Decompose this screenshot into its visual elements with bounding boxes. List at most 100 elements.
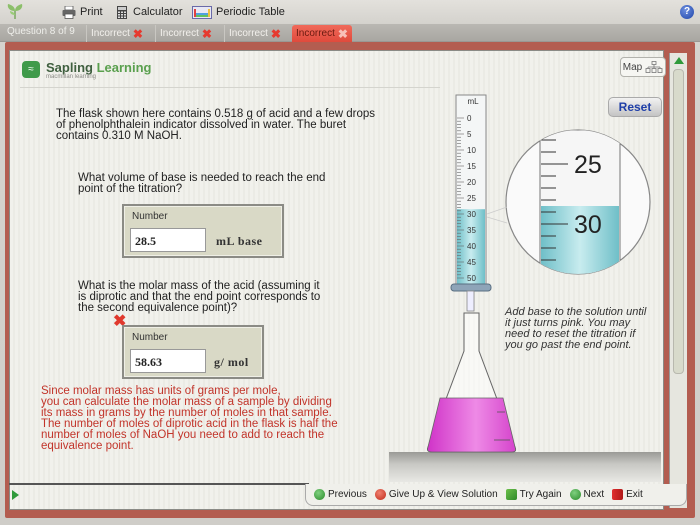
flask-outline	[427, 312, 517, 453]
attempt-tab-2[interactable]: Incorrect ✖	[155, 25, 216, 42]
exit-button[interactable]: Exit	[612, 489, 643, 500]
map-button[interactable]: Map	[620, 57, 666, 77]
buret-stopcock	[450, 283, 492, 292]
buret-tick-label: 45	[467, 258, 476, 267]
magnifier-lens	[505, 129, 651, 275]
magnified-tick-label: 35	[574, 271, 602, 299]
magnifier-guide-line	[486, 216, 508, 224]
attempt-tab-4-active[interactable]: Incorrect ✖	[292, 25, 352, 42]
reset-button[interactable]: Reset	[608, 97, 662, 117]
buret-unit-label: mL	[467, 97, 479, 106]
magnifier-content: 25 30 35	[539, 130, 621, 299]
buret-tick-label: 35	[467, 226, 476, 235]
refresh-icon	[505, 489, 517, 500]
previous-arrow-icon	[314, 489, 325, 500]
hint-text: Since molar mass has units of grams per …	[41, 385, 338, 452]
attempt-tab-label: Incorrect	[229, 28, 268, 39]
incorrect-x-icon: ✖	[132, 26, 143, 41]
magnifier-guide-line	[486, 206, 508, 215]
buret-tick-label: 5	[467, 130, 472, 139]
try-again-button[interactable]: Try Again	[505, 489, 562, 500]
scroll-thumb[interactable]	[673, 69, 684, 374]
magnified-tick-label: 25	[574, 151, 602, 179]
buret-tick-label: 10	[467, 146, 476, 155]
previous-label: Previous	[328, 489, 367, 500]
magnified-tube	[539, 130, 621, 274]
molar-mass-input[interactable]: 58.63	[130, 349, 206, 373]
attempt-tab-label: Incorrect	[91, 28, 130, 39]
map-label: Map	[622, 61, 643, 73]
periodic-table-icon	[192, 5, 212, 19]
map-tree-icon	[645, 61, 663, 73]
question-counter: Question 8 of 9	[7, 26, 75, 37]
incorrect-x-icon: ✖	[270, 26, 281, 41]
calculator-icon	[117, 5, 127, 19]
intro-line: contains 0.310 M NaOH.	[56, 130, 182, 142]
titration-instructions: Add base to the solution until it just t…	[505, 307, 646, 351]
question-tabs: Question 8 of 9 Incorrect ✖ Incorrect ✖ …	[0, 24, 700, 42]
print-button[interactable]: Print	[62, 4, 103, 20]
incorrect-x-icon: ✖	[201, 26, 212, 41]
next-label: Next	[583, 489, 605, 500]
expand-arrow-icon[interactable]	[12, 490, 19, 500]
next-button[interactable]: Next	[569, 489, 605, 500]
leaf-logo-icon	[7, 4, 23, 19]
try-again-label: Try Again	[519, 489, 562, 500]
calculator-label: Calculator	[133, 6, 183, 18]
brand-name-part1: Sapling	[46, 60, 93, 75]
molar-mass-unit: g/ mol	[214, 355, 249, 369]
question-2-text: What is the molar mass of the acid (assu…	[78, 280, 320, 314]
instruction-line: you go past the end point.	[505, 339, 632, 351]
buret-tube	[455, 94, 487, 286]
buret-tip	[466, 290, 475, 312]
volume-input[interactable]: 28.5	[130, 228, 206, 252]
question-content: ≈ Sapling Learning macmillan learning Ma…	[9, 50, 666, 510]
attempt-tab-3[interactable]: Incorrect ✖	[224, 25, 285, 42]
incorrect-x-icon: ✖	[337, 26, 348, 41]
buret-tick-label: 0	[467, 114, 472, 123]
buret-tick-label: 30	[467, 210, 476, 219]
top-toolbar: Print Calculator Periodic Table ?	[0, 0, 700, 24]
buret-tick-label: 15	[467, 162, 476, 171]
brand-name: Sapling Learning	[46, 60, 151, 75]
calculator-button[interactable]: Calculator	[115, 4, 183, 20]
attempt-tab-label: Incorrect	[160, 28, 199, 39]
exit-door-icon	[612, 489, 624, 500]
divider	[9, 483, 309, 485]
attempt-tab-label: Incorrect	[296, 28, 335, 39]
printer-icon	[62, 5, 76, 19]
volume-unit: mL base	[216, 234, 263, 248]
bottom-bar: Previous Give Up & View Solution Try Aga…	[9, 478, 687, 508]
navigation-bar: Previous Give Up & View Solution Try Aga…	[305, 484, 687, 506]
scroll-up-arrow-icon[interactable]	[674, 57, 684, 64]
buret: mL 0 5 10 15 20 25 30 35 40 45 50	[455, 94, 487, 286]
answer-label: Number	[132, 211, 168, 222]
print-label: Print	[80, 6, 103, 18]
divider	[20, 87, 440, 88]
previous-button[interactable]: Previous	[314, 489, 367, 500]
help-button[interactable]: ?	[680, 5, 694, 19]
question-2-answer-box: Number 58.63 g/ mol	[122, 325, 264, 379]
periodic-table-label: Periodic Table	[216, 6, 285, 18]
periodic-table-button[interactable]: Periodic Table	[192, 4, 285, 20]
problem-intro: The flask shown here contains 0.518 g of…	[56, 108, 375, 142]
vertical-scrollbar[interactable]	[669, 53, 687, 508]
buret-tick-label: 40	[467, 242, 476, 251]
buret-tick-label: 50	[467, 274, 476, 283]
exit-label: Exit	[626, 489, 643, 500]
sapling-brand: ≈ Sapling Learning macmillan learning	[22, 60, 151, 80]
brand-name-part2: Learning	[96, 60, 152, 75]
question-1-text: What volume of base is needed to reach t…	[78, 172, 325, 195]
question-1-answer-box: Number 28.5 mL base	[122, 204, 284, 258]
flask-solution	[427, 397, 516, 453]
buret-tick-label: 25	[467, 194, 476, 203]
next-arrow-icon	[569, 489, 581, 500]
give-up-button[interactable]: Give Up & View Solution	[374, 489, 498, 500]
sapling-logo-icon: ≈	[22, 61, 40, 78]
buret-liquid	[457, 209, 485, 284]
magnified-liquid	[541, 206, 619, 274]
buret-magnifier: 25 30 35	[505, 129, 651, 299]
hint-line: equivalence point.	[41, 440, 134, 452]
attempt-tab-1[interactable]: Incorrect ✖	[86, 25, 147, 42]
answer-label: Number	[132, 332, 168, 343]
